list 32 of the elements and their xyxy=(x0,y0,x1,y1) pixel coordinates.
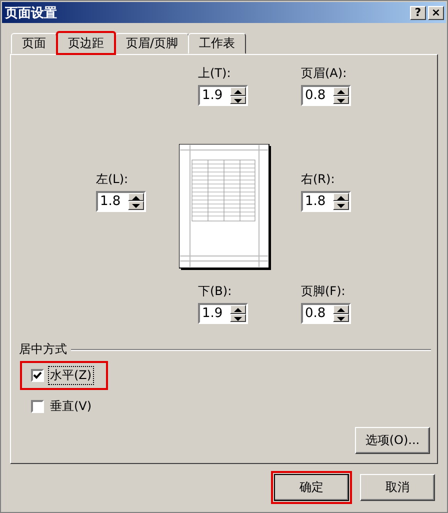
checkbox-label[interactable]: 水平(Z) xyxy=(48,366,94,385)
tab[interactable]: 页边距 xyxy=(56,31,116,55)
spin-field[interactable]: 1.9 xyxy=(198,85,248,106)
tab[interactable]: 页面 xyxy=(11,33,57,54)
spin-field[interactable]: 0.8 xyxy=(301,303,351,324)
field-label: 右(R): xyxy=(301,170,335,188)
field-label: 左(L): xyxy=(96,170,128,188)
group-title: 居中方式 xyxy=(19,341,67,358)
cancel-button[interactable]: 取消 xyxy=(360,474,435,501)
spin-field[interactable]: 1.9 xyxy=(198,303,248,324)
field-label: 页眉(A): xyxy=(301,65,347,82)
spin-arrows-icon[interactable] xyxy=(333,305,349,322)
spin-arrows-icon[interactable] xyxy=(333,192,349,210)
spin-arrows-icon[interactable] xyxy=(128,192,144,210)
spin-arrows-icon[interactable] xyxy=(230,87,246,104)
field-label: 下(B): xyxy=(198,283,232,300)
checkbox[interactable] xyxy=(31,369,44,382)
spin-field[interactable]: 1.8 xyxy=(96,190,146,212)
tab[interactable]: 工作表 xyxy=(188,33,246,54)
spin-arrows-icon[interactable] xyxy=(333,87,349,104)
spin-arrows-icon[interactable] xyxy=(230,305,246,322)
spin-field[interactable]: 1.8 xyxy=(301,190,351,212)
field-label: 页脚(F): xyxy=(301,283,346,300)
options-button[interactable]: 选项(O)... xyxy=(355,427,430,454)
checkbox-label[interactable]: 垂直(V) xyxy=(48,397,94,416)
ok-button[interactable]: 确定 xyxy=(274,474,349,501)
spin-field[interactable]: 0.8 xyxy=(301,85,351,106)
checkbox[interactable] xyxy=(31,400,44,413)
field-label: 上(T): xyxy=(198,65,231,82)
help-button[interactable]: ? xyxy=(410,6,426,20)
window-title: 页面设置 xyxy=(5,4,57,22)
close-button[interactable]: × xyxy=(428,6,444,20)
